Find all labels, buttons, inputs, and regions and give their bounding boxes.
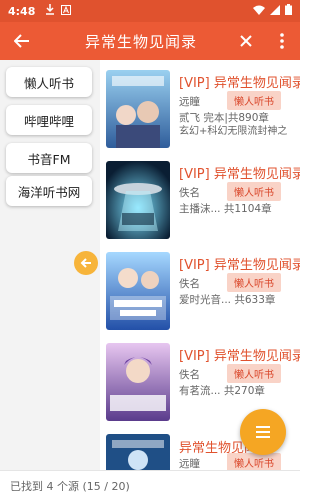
book-author: 远瞳 <box>179 96 200 108</box>
close-icon <box>240 35 252 47</box>
book-meta: 有茗流... 共270章 <box>179 385 265 397</box>
source-tag: 懒人听书 <box>227 91 281 110</box>
arrow-left-icon <box>80 258 91 268</box>
book-list-item[interactable]: [VIP] 异常生物见闻录 远瞳 懒人听书 贰飞 完本|共890章 玄幻+科幻无… <box>106 70 300 148</box>
more-options-button[interactable] <box>264 22 300 60</box>
download-icon <box>45 4 55 18</box>
close-button[interactable] <box>228 22 264 60</box>
book-meta: 主播沫... 共1104章 <box>179 203 272 215</box>
source-tag: 懒人听书 <box>227 364 281 383</box>
collapse-sidebar-button[interactable] <box>74 251 98 275</box>
book-cover <box>106 70 170 148</box>
book-title: [VIP] 异常生物见闻录 <box>179 167 300 182</box>
book-meta: 贰飞 完本|共890章 <box>179 112 269 124</box>
book-author: 远瞳 <box>179 458 200 470</box>
book-title: [VIP] 异常生物见闻录 <box>179 349 300 364</box>
notification-a-icon <box>61 4 72 18</box>
book-title: [VIP] 异常生物见闻录 <box>179 258 300 273</box>
book-title: [VIP] 异常生物见闻录 <box>179 76 300 91</box>
more-vert-icon <box>280 33 284 49</box>
signal-icon <box>270 4 280 18</box>
status-bar: 4:48 <box>0 0 300 22</box>
source-tag: 懒人听书 <box>227 453 281 470</box>
search-status-text: 已找到 4 个源 (15 / 20) <box>10 479 130 493</box>
book-cover <box>106 434 170 470</box>
book-description: 玄幻+科幻无限流封神之作！普通人类与天外萌… <box>179 126 288 137</box>
status-time: 4:48 <box>8 4 36 18</box>
book-cover <box>106 252 170 330</box>
book-list-item[interactable]: [VIP] 异常生物见闻录 佚名 懒人听书 爱时光音... 共633章 <box>106 252 300 330</box>
book-meta: 爱时光音... 共633章 <box>179 294 276 306</box>
source-tag: 懒人听书 <box>227 273 281 292</box>
book-cover <box>106 343 170 421</box>
source-shuyin-fm-button[interactable]: 书音FM <box>6 143 92 173</box>
back-button[interactable] <box>0 22 44 60</box>
source-bilibili-button[interactable]: 哔哩哔哩 <box>6 105 92 135</box>
source-haiyang-button[interactable]: 海洋听书网 <box>6 176 92 206</box>
book-author: 佚名 <box>179 187 200 199</box>
search-status-footer: 已找到 4 个源 (15 / 20) <box>0 470 300 500</box>
page-title: 异常生物见闻录 <box>84 32 197 51</box>
source-tag: 懒人听书 <box>227 182 281 201</box>
source-lanren-button[interactable]: 懒人听书 <box>6 67 92 97</box>
book-list-item[interactable]: [VIP] 异常生物见闻录 佚名 懒人听书 有茗流... 共270章 <box>106 343 300 421</box>
menu-icon <box>256 426 270 438</box>
book-cover <box>106 161 170 239</box>
book-list-item[interactable]: [VIP] 异常生物见闻录 佚名 懒人听书 主播沫... 共1104章 <box>106 161 300 239</box>
book-author: 佚名 <box>179 369 200 381</box>
menu-fab-button[interactable] <box>240 409 286 455</box>
arrow-left-icon <box>14 34 29 48</box>
app-bar: 异常生物见闻录 <box>0 22 300 60</box>
book-author: 佚名 <box>179 278 200 290</box>
battery-icon <box>285 4 292 18</box>
wifi-icon <box>253 5 265 18</box>
